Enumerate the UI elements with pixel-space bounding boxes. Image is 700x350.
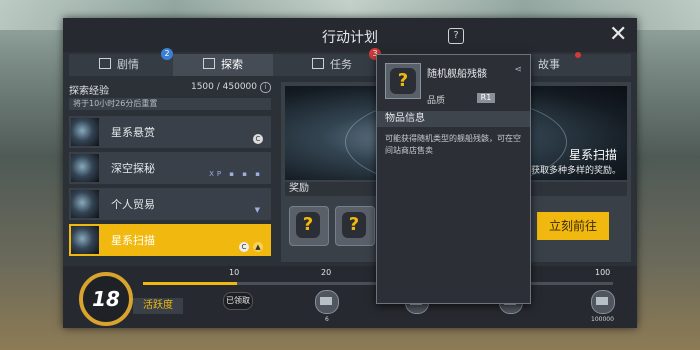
list-item-label: 深空探秘 (111, 162, 155, 175)
exploration-progress-bar: 将于10小时26分后重置 (69, 98, 271, 110)
tab-explore-label: 探索 (221, 58, 243, 71)
list-item-label: 星系悬赏 (111, 126, 155, 139)
item-info-header: 物品信息 (377, 111, 530, 127)
title-bar: 行动计划 ? ✕ (63, 18, 637, 52)
item-icon-frame: ? (385, 63, 421, 99)
node-value: 100000 (591, 316, 614, 323)
activity-label: 活跃度 (133, 298, 183, 314)
chest-icon (596, 297, 608, 305)
activity-fill (143, 282, 237, 285)
activity-bar: 18 活跃度 10 20 100 已领取 6 100000 (63, 266, 637, 328)
milestone-label: 100 (595, 268, 611, 277)
credit-icon: C (253, 134, 263, 144)
wreckage-icon: ? (390, 68, 416, 94)
item-name: 随机舰船残骸 (427, 69, 487, 80)
banner-description: 获取多种多样的奖励。 (530, 166, 621, 176)
list-item-bounty[interactable]: 星系悬赏 C (69, 116, 271, 148)
reward-item[interactable]: ? (335, 206, 375, 246)
reward-icons: XP ▪ ▪ ▪ (209, 170, 263, 178)
item-tooltip: ? 随机舰船残骸 ⋖ 品质 R1 物品信息 可能获得随机类型的舰船残骸，可在空间… (376, 54, 531, 304)
explore-icon (203, 58, 215, 69)
exploration-header: 探索经验 1500 / 450000 i (69, 82, 271, 97)
rank-badge: R1 (477, 93, 495, 103)
tab-bar: 剧情 2 探索 任务 3 故事 (69, 48, 631, 76)
task-icon (312, 58, 324, 69)
list-item-trade[interactable]: 个人贸易 ▼ (69, 188, 271, 220)
milestone-label: 20 (321, 268, 332, 277)
help-icon[interactable]: ? (448, 28, 464, 44)
close-icon[interactable]: ✕ (609, 24, 627, 46)
reward-node[interactable] (591, 290, 615, 314)
bounty-thumbnail (71, 118, 99, 146)
claimed-badge: 已领取 (223, 292, 253, 310)
activity-level: 18 (79, 272, 133, 326)
quality-label: 品质 (427, 96, 446, 106)
milestone-label: 10 (229, 268, 240, 277)
tab-explore[interactable]: 探索 (173, 54, 273, 76)
reset-note: 将于10小时26分后重置 (73, 99, 158, 108)
reward-item[interactable]: ? (289, 206, 329, 246)
reward-icons: ▼ (254, 206, 263, 214)
mystery-box-icon: ? (296, 212, 320, 238)
tab-story-label: 剧情 (117, 58, 139, 71)
credit-icon: C (239, 242, 249, 252)
item-description: 可能获得随机类型的舰船残骸，可在空间站商店售卖 (385, 134, 521, 155)
list-item-label: 星系扫描 (111, 234, 155, 247)
exploration-title: 探索经验 (69, 86, 109, 97)
galaxy-scan-thumbnail (71, 226, 99, 254)
flame-icon: ▲ (253, 242, 263, 252)
banner-title: 星系扫描 (568, 148, 617, 162)
book-icon (99, 58, 111, 69)
trade-thumbnail (71, 190, 99, 218)
info-icon[interactable]: i (260, 82, 271, 93)
tab-story[interactable]: 剧情 (69, 54, 169, 76)
window-title: 行动计划 (322, 30, 378, 46)
tab-story2-label: 故事 (538, 58, 560, 71)
share-icon[interactable]: ⋖ (514, 65, 522, 75)
chest-icon (320, 297, 332, 305)
go-now-button[interactable]: 立刻前往 (537, 212, 609, 240)
reward-node[interactable] (315, 290, 339, 314)
tab-story2-dot (575, 52, 581, 58)
list-item-label: 个人贸易 (111, 198, 155, 211)
list-item-deep-space[interactable]: 深空探秘 XP ▪ ▪ ▪ (69, 152, 271, 184)
action-plan-window: 行动计划 ? ✕ 剧情 2 探索 任务 3 故事 探索经验 1500 / 450… (63, 18, 637, 328)
list-item-galaxy-scan[interactable]: 星系扫描 C ▲ (69, 224, 271, 256)
exploration-value: 1500 / 450000 (190, 82, 257, 92)
wreckage-icon: ? (342, 212, 366, 238)
tab-tasks-label: 任务 (330, 58, 352, 71)
node-value: 6 (325, 316, 329, 323)
tab-story-badge: 2 (161, 48, 173, 60)
deep-space-thumbnail (71, 154, 99, 182)
